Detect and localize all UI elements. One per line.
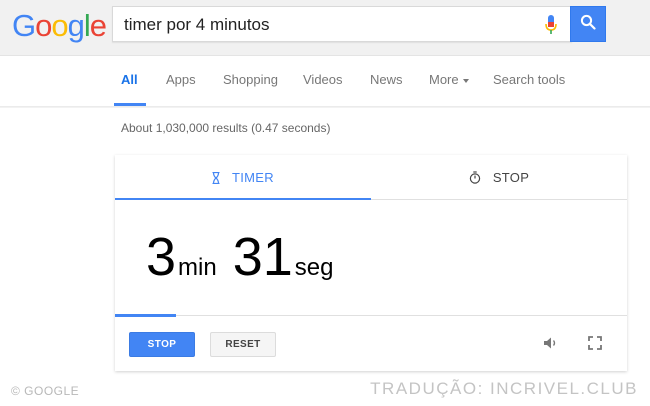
caret-down-icon: [462, 78, 469, 83]
seconds-unit: seg: [294, 254, 334, 281]
reset-button[interactable]: RESET: [210, 332, 276, 357]
results-area: About 1,030,000 results (0.47 seconds) T…: [0, 108, 650, 406]
hourglass-icon: [212, 171, 220, 184]
fullscreen-icon[interactable]: [588, 336, 602, 350]
tab-stop-label: STOP: [492, 170, 530, 185]
minutes-value: 3: [146, 227, 177, 287]
timer-card: TIMER STOP 3 min 31 seg STOP RESET: [115, 155, 627, 371]
watermark-translation: TRADUÇÃO: INCRIVEL.CLUB: [370, 379, 638, 398]
tab-videos[interactable]: Videos: [303, 72, 343, 87]
header-bar: Google timer por 4 minutos: [0, 0, 650, 56]
tab-more[interactable]: More: [429, 72, 469, 87]
timer-progress-track: [115, 314, 627, 317]
active-tab-indicator: [114, 103, 146, 106]
search-box[interactable]: timer por 4 minutos: [112, 6, 572, 42]
volume-icon[interactable]: [543, 335, 559, 351]
card-active-tab-indicator: [115, 198, 371, 200]
tab-search-tools[interactable]: Search tools: [493, 72, 565, 87]
timer-progress-fill: [115, 314, 177, 317]
tab-timer[interactable]: TIMER: [115, 155, 371, 200]
search-button[interactable]: [570, 6, 606, 42]
google-logo[interactable]: Google: [12, 8, 107, 44]
search-icon: [580, 14, 596, 35]
watermark-google: © GOOGLE: [11, 384, 80, 398]
stop-button[interactable]: STOP: [129, 332, 195, 357]
timer-card-tabs: TIMER STOP: [115, 155, 627, 200]
microphone-icon[interactable]: [545, 15, 557, 35]
result-stats: About 1,030,000 results (0.47 seconds): [121, 121, 331, 135]
tab-news[interactable]: News: [370, 72, 403, 87]
time-display: 3 min 31 seg: [146, 230, 350, 284]
tab-all[interactable]: All: [121, 72, 138, 87]
seconds-value: 31: [232, 227, 293, 287]
search-tabs: All Apps Shopping Videos News More Searc…: [0, 56, 650, 107]
tab-stopwatch[interactable]: STOP: [371, 155, 627, 200]
search-input[interactable]: timer por 4 minutos: [124, 15, 270, 35]
tab-shopping[interactable]: Shopping: [223, 72, 278, 87]
tab-timer-label: TIMER: [232, 170, 274, 185]
tab-apps[interactable]: Apps: [166, 72, 196, 87]
tab-more-label: More: [429, 72, 459, 87]
minutes-unit: min: [178, 254, 217, 281]
stopwatch-icon: [469, 171, 481, 184]
